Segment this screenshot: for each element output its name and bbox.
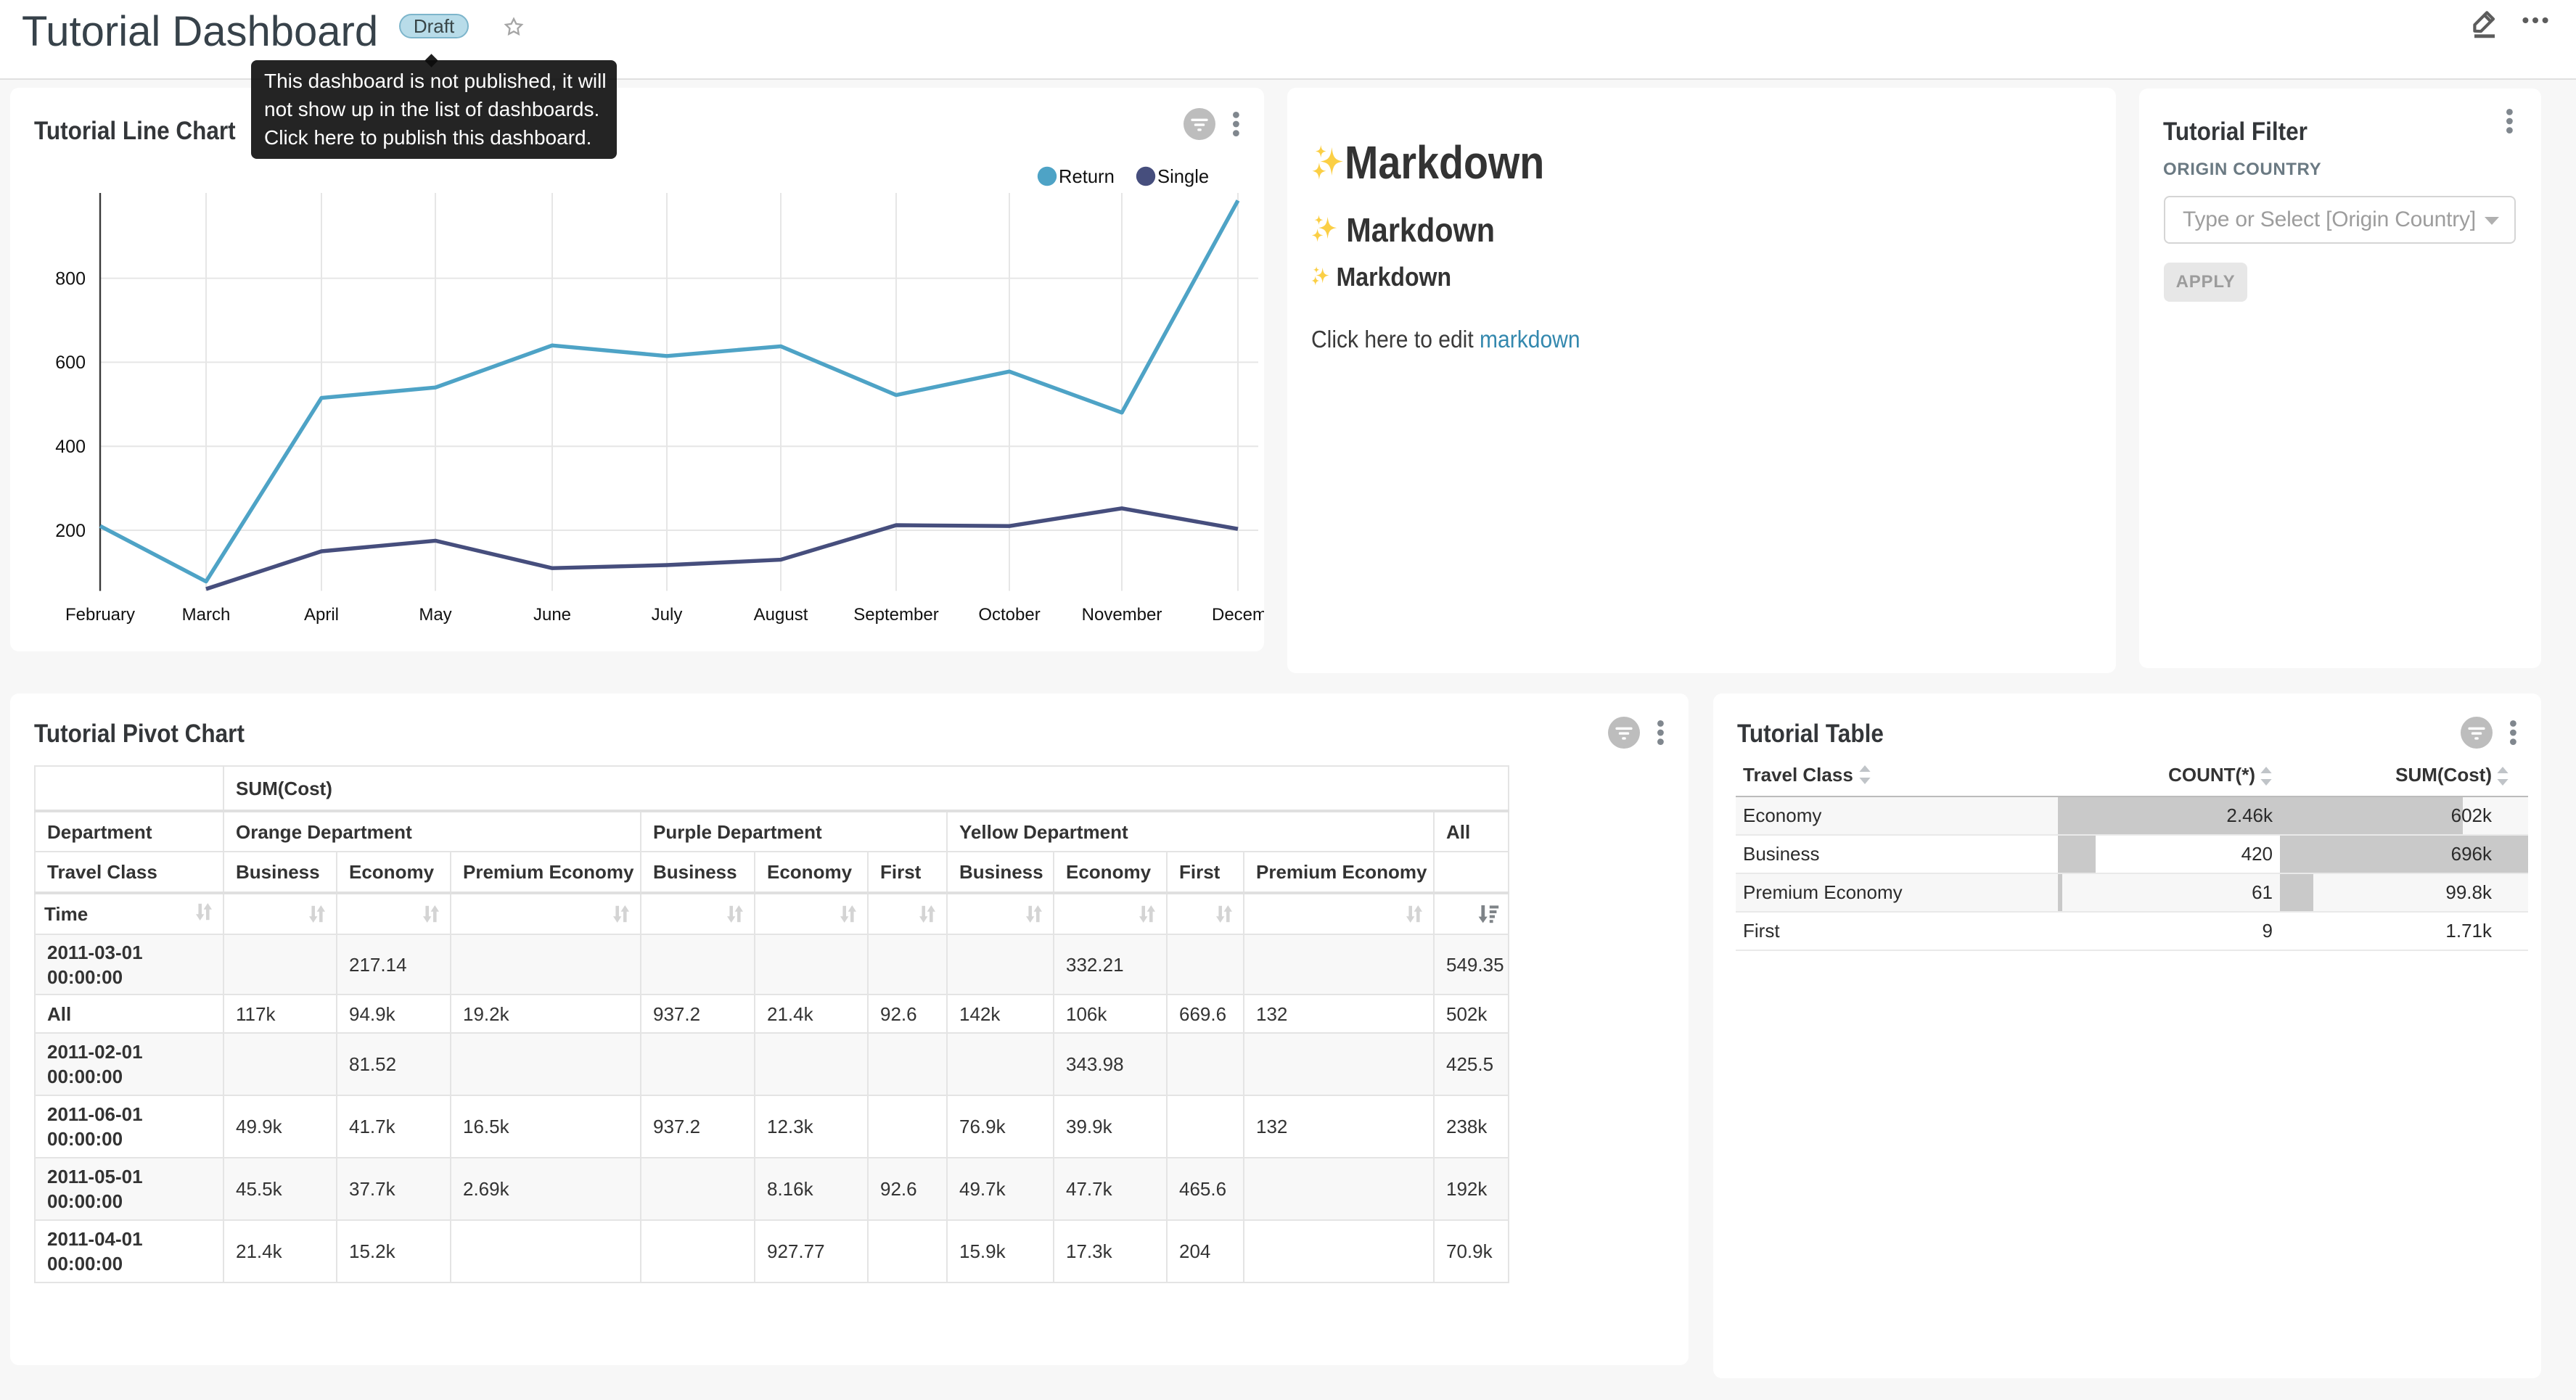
svg-text:May: May bbox=[419, 605, 451, 625]
svg-text:800: 800 bbox=[55, 268, 86, 289]
svg-text:200: 200 bbox=[55, 521, 86, 541]
svg-text:November: November bbox=[1082, 605, 1162, 625]
svg-text:February: February bbox=[65, 605, 135, 625]
svg-text:December: December bbox=[1212, 605, 1264, 625]
svg-text:April: April bbox=[304, 605, 339, 625]
svg-text:August: August bbox=[754, 605, 808, 625]
svg-text:September: September bbox=[853, 605, 938, 625]
svg-text:October: October bbox=[978, 605, 1040, 625]
svg-text:July: July bbox=[652, 605, 683, 625]
svg-text:Single: Single bbox=[1157, 167, 1209, 187]
svg-text:600: 600 bbox=[55, 353, 86, 373]
svg-text:June: June bbox=[533, 605, 571, 625]
svg-text:400: 400 bbox=[55, 437, 86, 457]
svg-text:Return: Return bbox=[1059, 167, 1115, 187]
svg-text:March: March bbox=[182, 605, 231, 625]
